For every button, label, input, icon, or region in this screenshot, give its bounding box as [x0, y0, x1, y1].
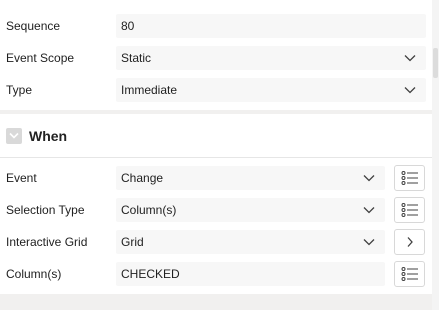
- interactive-grid-value: Grid: [121, 235, 144, 249]
- chevron-down-icon: [363, 175, 375, 182]
- scrollbar-thumb[interactable]: [433, 48, 438, 78]
- vertical-scrollbar[interactable]: [432, 0, 439, 310]
- interactive-grid-label: Interactive Grid: [6, 235, 88, 249]
- event-scope-row: Event Scope Static: [0, 42, 432, 74]
- event-scope-value: Static: [121, 51, 152, 65]
- interactive-grid-go-button[interactable]: [394, 229, 425, 255]
- sequence-value: 80: [121, 19, 135, 33]
- type-label: Type: [6, 83, 33, 97]
- sequence-input[interactable]: 80: [116, 14, 426, 38]
- selection-type-label: Selection Type: [6, 203, 85, 217]
- when-section: When Event Change Selection Type Column(…: [0, 114, 432, 294]
- chevron-down-icon: [404, 55, 416, 62]
- sequence-label: Sequence: [6, 19, 61, 33]
- event-row: Event Change: [0, 162, 432, 194]
- type-row: Type Immediate: [0, 74, 432, 106]
- selection-type-select[interactable]: Column(s): [116, 198, 385, 222]
- sequence-row: Sequence 80: [0, 10, 432, 42]
- chevron-down-icon: [404, 87, 416, 94]
- columns-input[interactable]: CHECKED: [116, 262, 385, 286]
- interactive-grid-select[interactable]: Grid: [116, 230, 385, 254]
- section-title: When: [29, 127, 68, 144]
- columns-row: Column(s) CHECKED: [0, 258, 432, 290]
- when-section-header[interactable]: When: [0, 114, 432, 158]
- type-value: Immediate: [121, 83, 178, 97]
- collapse-toggle[interactable]: [6, 128, 22, 144]
- selection-type-value: Column(s): [121, 203, 177, 217]
- selection-type-row: Selection Type Column(s): [0, 194, 432, 226]
- event-label: Event: [6, 171, 37, 185]
- event-scope-label: Event Scope: [6, 51, 75, 65]
- event-list-button[interactable]: [394, 165, 425, 191]
- columns-label: Column(s): [6, 267, 62, 281]
- selection-type-list-button[interactable]: [394, 197, 425, 223]
- event-select[interactable]: Change: [116, 166, 385, 190]
- type-select[interactable]: Immediate: [116, 78, 426, 102]
- chevron-down-icon: [363, 239, 375, 246]
- chevron-down-icon: [9, 132, 19, 139]
- list-icon: [401, 267, 418, 281]
- chevron-down-icon: [363, 207, 375, 214]
- columns-list-button[interactable]: [394, 261, 425, 287]
- chevron-right-icon: [407, 237, 413, 247]
- list-icon: [401, 203, 418, 217]
- list-icon: [401, 171, 418, 185]
- columns-value: CHECKED: [121, 267, 180, 281]
- event-scope-select[interactable]: Static: [116, 46, 426, 70]
- event-value: Change: [121, 171, 164, 185]
- properties-panel: Sequence 80 Event Scope Static Type Imme…: [0, 0, 432, 110]
- interactive-grid-row: Interactive Grid Grid: [0, 226, 432, 258]
